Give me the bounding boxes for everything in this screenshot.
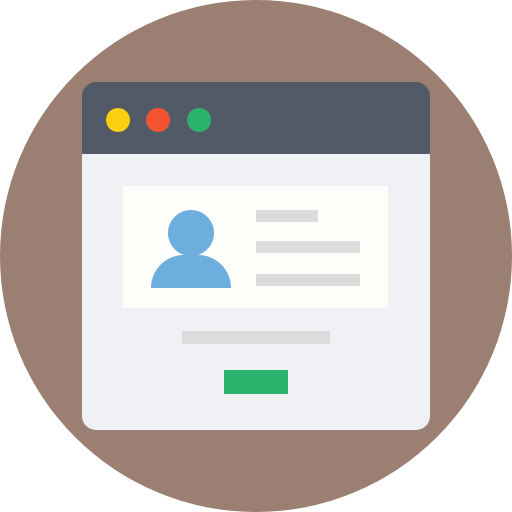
profile-detail-placeholder — [256, 274, 360, 286]
profile-detail-placeholder — [256, 241, 360, 253]
profile-name-placeholder — [256, 210, 318, 222]
submit-button[interactable] — [224, 370, 288, 394]
minimize-dot[interactable] — [106, 108, 130, 132]
avatar-head — [168, 210, 214, 256]
avatar-body — [151, 255, 231, 288]
caption-placeholder — [182, 331, 330, 344]
browser-window — [82, 82, 430, 430]
profile-card — [123, 186, 388, 308]
maximize-dot[interactable] — [187, 108, 211, 132]
close-dot[interactable] — [146, 108, 170, 132]
user-silhouette-icon — [151, 210, 231, 290]
title-bar — [82, 82, 430, 154]
window-body — [82, 154, 430, 430]
profile-window-illustration — [0, 0, 512, 512]
